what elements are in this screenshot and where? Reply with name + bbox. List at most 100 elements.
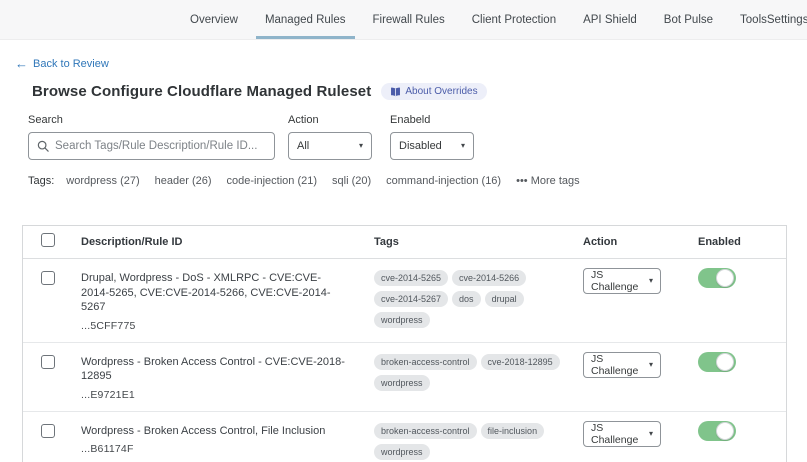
top-nav: Overview Managed Rules Firewall Rules Clien… [0, 0, 807, 40]
row-checkbox-cell [23, 412, 81, 462]
rule-action-value: JS Challenge [591, 269, 649, 293]
search-icon [37, 140, 49, 152]
row-checkbox[interactable] [41, 271, 55, 285]
about-overrides-badge[interactable]: About Overrides [381, 83, 486, 100]
rule-description: Wordpress - Broken Access Control, File … [81, 424, 348, 439]
rule-tag: wordpress [374, 444, 430, 460]
action-filter: Action All ▾ [288, 114, 372, 160]
row-checkbox-cell [23, 259, 81, 342]
rule-action-cell: JS Challenge▾ [583, 343, 683, 411]
table-row: Wordpress - Broken Access Control - CVE:… [23, 343, 786, 412]
column-header-tags: Tags [374, 236, 583, 248]
row-checkbox[interactable] [41, 424, 55, 438]
tab-firewall-rules[interactable]: Firewall Rules [373, 0, 445, 39]
back-arrow-icon: ← [15, 59, 28, 69]
filter-tag[interactable]: code-injection (21) [227, 175, 318, 187]
more-tags-button[interactable]: ••• More tags [516, 175, 580, 187]
rule-enabled-cell [683, 343, 786, 411]
rule-tag: broken-access-control [374, 423, 477, 439]
rule-id: ...E9721E1 [81, 389, 348, 401]
rule-action-value: JS Challenge [591, 422, 649, 446]
chevron-down-icon: ▾ [461, 142, 465, 150]
tab-api-shield[interactable]: API Shield [583, 0, 637, 39]
enabled-toggle[interactable] [698, 268, 736, 288]
rule-enabled-cell [683, 259, 786, 342]
book-icon [390, 87, 401, 97]
column-header-action: Action [583, 236, 683, 248]
rules-table-body: Drupal, Wordpress - DoS - XMLRPC - CVE:C… [23, 259, 786, 462]
toggle-knob [716, 269, 734, 287]
rule-tag: cve-2018-12895 [481, 354, 560, 370]
tab-settings[interactable]: Settings [767, 0, 807, 39]
toggle-knob [716, 422, 734, 440]
rule-tag: dos [452, 291, 481, 307]
tab-client-protection[interactable]: Client Protection [472, 0, 556, 39]
rule-tag: wordpress [374, 375, 430, 391]
rule-tag: cve-2014-5265 [374, 270, 448, 286]
table-row: Drupal, Wordpress - DoS - XMLRPC - CVE:C… [23, 259, 786, 343]
chevron-down-icon: ▾ [359, 142, 363, 150]
search-filter: Search [28, 114, 275, 160]
enabled-select-value: Disabled [399, 140, 442, 152]
rule-description-cell: Wordpress - Broken Access Control - CVE:… [81, 343, 374, 411]
about-overrides-label: About Overrides [405, 86, 477, 97]
rule-id: ...5CFF775 [81, 320, 348, 332]
search-label: Search [28, 114, 275, 126]
rule-action-select[interactable]: JS Challenge▾ [583, 268, 661, 294]
row-checkbox[interactable] [41, 355, 55, 369]
rule-description-cell: Wordpress - Broken Access Control, File … [81, 412, 374, 462]
toggle-knob [716, 353, 734, 371]
rule-tag: broken-access-control [374, 354, 477, 370]
column-header-enabled: Enabled [683, 236, 786, 248]
tab-overview[interactable]: Overview [190, 0, 238, 39]
chevron-down-icon: ▾ [649, 361, 653, 369]
action-select[interactable]: All ▾ [288, 132, 372, 160]
table-header-row: Description/Rule ID Tags Action Enabled [23, 226, 786, 259]
search-input[interactable] [55, 140, 266, 152]
rule-description: Drupal, Wordpress - DoS - XMLRPC - CVE:C… [81, 271, 348, 315]
rule-tag: cve-2014-5267 [374, 291, 448, 307]
rules-table: Description/Rule ID Tags Action Enabled … [22, 225, 787, 462]
chevron-down-icon: ▾ [649, 430, 653, 438]
rule-action-cell: JS Challenge▾ [583, 259, 683, 342]
tab-managed-rules[interactable]: Managed Rules [265, 0, 346, 39]
rule-tags-cell: broken-access-controlcve-2018-12895 wordp… [374, 343, 583, 411]
filter-tag[interactable]: sqli (20) [332, 175, 371, 187]
tags-bar-label: Tags: [28, 175, 54, 187]
search-box[interactable] [28, 132, 275, 160]
enabled-toggle[interactable] [698, 421, 736, 441]
rule-action-cell: JS Challenge▾ [583, 412, 683, 462]
table-row: Wordpress - Broken Access Control, File … [23, 412, 786, 462]
filter-tag[interactable]: command-injection (16) [386, 175, 501, 187]
action-label: Action [288, 114, 372, 126]
page-content: ← Back to Review Browse Configure Cloudf… [0, 40, 807, 462]
back-link-label: Back to Review [33, 58, 109, 70]
back-to-review-link[interactable]: ← Back to Review [15, 58, 109, 70]
rule-description: Wordpress - Broken Access Control - CVE:… [81, 355, 348, 384]
page-title: Browse Configure Cloudflare Managed Rule… [32, 83, 371, 100]
header-checkbox-cell [23, 233, 81, 252]
select-all-checkbox[interactable] [41, 233, 55, 247]
rule-action-select[interactable]: JS Challenge▾ [583, 421, 661, 447]
chevron-down-icon: ▾ [649, 277, 653, 285]
rule-enabled-cell [683, 412, 786, 462]
tab-tools[interactable]: Tools [740, 0, 767, 39]
rule-tags-cell: cve-2014-5265cve-2014-5266cve-2014-5267d… [374, 259, 583, 342]
rule-description-cell: Drupal, Wordpress - DoS - XMLRPC - CVE:C… [81, 259, 374, 342]
filter-tag[interactable]: wordpress (27) [66, 175, 139, 187]
enabled-filter: Enabeld Disabled ▾ [390, 114, 474, 160]
rule-action-value: JS Challenge [591, 353, 649, 377]
filter-tags: wordpress (27) header (26) code-injection … [66, 175, 501, 187]
nav-tabs: Overview Managed Rules Firewall Rules Clien… [190, 0, 767, 39]
filters-bar: Search Action All ▾ Enabeld Disabled ▾ [28, 114, 807, 160]
rule-id: ...B61174F [81, 443, 348, 455]
rule-tags-cell: broken-access-controlfile-inclusion wordp… [374, 412, 583, 462]
filter-tag[interactable]: header (26) [155, 175, 212, 187]
rule-tag: file-inclusion [481, 423, 545, 439]
enabled-select[interactable]: Disabled ▾ [390, 132, 474, 160]
tab-bot-pulse[interactable]: Bot Pulse [664, 0, 713, 39]
title-row: Browse Configure Cloudflare Managed Rule… [32, 83, 807, 100]
rule-action-select[interactable]: JS Challenge▾ [583, 352, 661, 378]
tags-bar: Tags: wordpress (27) header (26) code-inje… [28, 175, 807, 187]
enabled-toggle[interactable] [698, 352, 736, 372]
